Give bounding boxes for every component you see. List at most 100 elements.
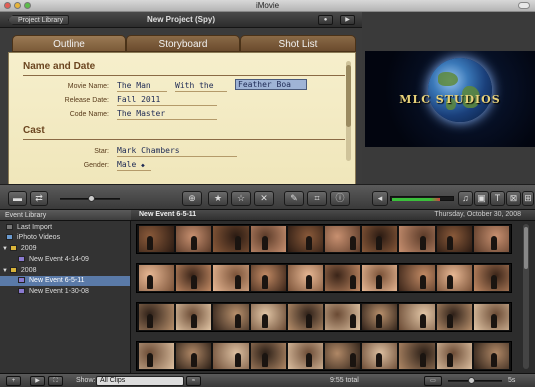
clip-thumbnail[interactable]: [399, 226, 435, 252]
clip-thumbnail[interactable]: [473, 304, 510, 330]
preview-screen[interactable]: MLC STUDIOS: [365, 51, 535, 147]
clip-thumbnail[interactable]: [176, 226, 212, 252]
play-event-icon[interactable]: ▶: [30, 376, 45, 386]
camera-import-icon[interactable]: ▬: [8, 191, 27, 206]
clip-thumbnail[interactable]: [436, 304, 472, 330]
clip-thumbnail[interactable]: [139, 265, 175, 291]
library-item-iphoto[interactable]: iPhoto Videos: [6, 233, 130, 243]
clip-thumbnail[interactable]: [139, 226, 175, 252]
clip-thumbnail[interactable]: [250, 226, 286, 252]
clip-filmstrip[interactable]: [136, 341, 512, 371]
clip-thumbnail[interactable]: [250, 343, 286, 369]
toolbar-toggle-button[interactable]: [518, 2, 530, 9]
scrollbar-thumb[interactable]: [346, 65, 351, 127]
swap-icon[interactable]: ⇄: [30, 191, 48, 206]
code-name-field[interactable]: The Master: [117, 109, 217, 120]
movie-name-field-1[interactable]: The Man: [117, 81, 167, 92]
clip-thumbnail[interactable]: [399, 304, 435, 330]
outline-form: Name and Date Movie Name: The Man With t…: [8, 52, 356, 204]
clip-filmstrip[interactable]: [136, 302, 512, 332]
clip-thumbnail[interactable]: [362, 265, 398, 291]
favorite-star-icon[interactable]: ★: [208, 191, 228, 206]
clip-filmstrip[interactable]: [136, 263, 512, 293]
clip-thumbnail[interactable]: [362, 343, 398, 369]
clip-thumbnail[interactable]: [287, 304, 324, 330]
clip-thumbnail[interactable]: [176, 304, 212, 330]
clip-thumbnail[interactable]: [399, 343, 435, 369]
clip-thumbnail[interactable]: [139, 304, 175, 330]
slider-knob[interactable]: [468, 377, 475, 384]
clip-thumbnail[interactable]: [362, 304, 398, 330]
library-item-event-selected[interactable]: New Event 6-5-11: [0, 276, 130, 286]
zoom-slider[interactable]: [448, 377, 502, 384]
gender-select[interactable]: Male ◆: [117, 160, 151, 171]
figure-silhouette: [147, 314, 153, 328]
clip-thumbnail[interactable]: [325, 343, 361, 369]
clip-thumbnail[interactable]: [213, 304, 249, 330]
library-item-label: iPhoto Videos: [17, 234, 61, 241]
clip-thumbnail[interactable]: [176, 343, 212, 369]
clip-thumbnail[interactable]: [325, 304, 361, 330]
clip-filmstrip[interactable]: [136, 224, 512, 254]
unmark-star-icon[interactable]: ☆: [231, 191, 251, 206]
outline-scrollbar[interactable]: [346, 61, 351, 161]
play-icon[interactable]: ▶: [340, 15, 355, 25]
add-to-project-icon[interactable]: ⊕: [182, 191, 202, 206]
photo-icon[interactable]: ▣: [474, 191, 489, 206]
tab-storyboard[interactable]: Storyboard: [126, 35, 240, 52]
fullscreen-play-icon[interactable]: ⛶: [48, 376, 63, 386]
keyword-icon[interactable]: ✎: [284, 191, 304, 206]
show-clips-select[interactable]: All Clips: [96, 376, 184, 386]
add-event-icon[interactable]: +: [6, 376, 21, 386]
tab-outline[interactable]: Outline: [12, 35, 126, 52]
thumbnail-toggle-icon[interactable]: ▭: [424, 376, 442, 386]
clip-size-slider[interactable]: [60, 195, 120, 202]
maps-icon[interactable]: ⊞: [522, 191, 534, 206]
movie-name-field-3[interactable]: Feather Boa: [235, 79, 307, 90]
browser-scrollbar[interactable]: [523, 224, 529, 369]
clip-thumbnail[interactable]: [473, 265, 510, 291]
clip-thumbnail[interactable]: [436, 226, 472, 252]
clip-thumbnail[interactable]: [399, 265, 435, 291]
clip-thumbnail[interactable]: [436, 265, 472, 291]
movie-name-field-2[interactable]: With the: [175, 81, 227, 92]
clip-thumbnail[interactable]: [250, 265, 286, 291]
clip-thumbnail[interactable]: [287, 226, 324, 252]
info-icon[interactable]: ⓘ: [330, 191, 350, 206]
voiceover-icon[interactable]: ◂: [372, 191, 388, 206]
crop-icon[interactable]: ⌗: [307, 191, 327, 206]
clip-thumbnail[interactable]: [250, 304, 286, 330]
clip-thumbnail[interactable]: [139, 343, 175, 369]
scrollbar-thumb[interactable]: [524, 227, 528, 269]
figure-silhouette: [261, 314, 268, 328]
library-item-last-import[interactable]: Last Import: [6, 223, 130, 233]
reject-icon[interactable]: ✕: [254, 191, 274, 206]
clip-thumbnail[interactable]: [287, 265, 324, 291]
movie-name-label: Movie Name:: [67, 83, 109, 90]
music-icon[interactable]: ♫: [458, 191, 473, 206]
clip-thumbnail[interactable]: [473, 343, 510, 369]
clip-thumbnail[interactable]: [362, 226, 398, 252]
event-name: New Event 6-5-11: [139, 211, 197, 218]
clip-thumbnail[interactable]: [287, 343, 324, 369]
slider-knob[interactable]: [88, 195, 95, 202]
transition-icon[interactable]: ⊠: [506, 191, 521, 206]
clip-thumbnail[interactable]: [213, 265, 249, 291]
library-item-event[interactable]: New Event 4-14-09: [18, 255, 130, 265]
camera-icon[interactable]: ●: [318, 15, 333, 25]
clip-thumbnail[interactable]: [436, 343, 472, 369]
star-field[interactable]: Mark Chambers: [117, 146, 237, 157]
clip-thumbnail[interactable]: [176, 265, 212, 291]
clip-thumbnail[interactable]: [213, 226, 249, 252]
release-date-field[interactable]: Fall 2011: [117, 95, 217, 106]
library-item-year-2008[interactable]: ▼ 2008: [2, 266, 130, 276]
clip-thumbnail[interactable]: [473, 226, 510, 252]
title-icon[interactable]: T: [490, 191, 505, 206]
waveform-icon[interactable]: ≈: [186, 376, 201, 386]
clip-thumbnail[interactable]: [213, 343, 249, 369]
tab-shot-list[interactable]: Shot List: [240, 35, 356, 52]
clip-thumbnail[interactable]: [325, 226, 361, 252]
library-item-year-2009[interactable]: ▼ 2009: [2, 244, 130, 254]
library-item-event[interactable]: New Event 1-30-08: [18, 287, 130, 297]
clip-thumbnail[interactable]: [325, 265, 361, 291]
